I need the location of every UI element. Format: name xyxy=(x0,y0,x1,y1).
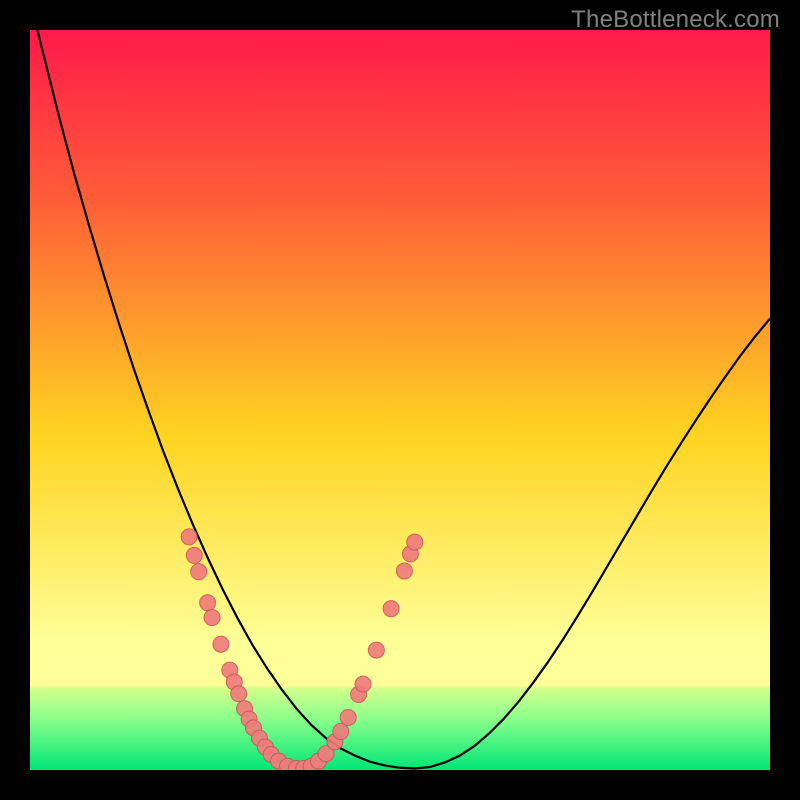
data-point xyxy=(333,724,349,740)
data-point xyxy=(213,636,229,652)
gradient-background xyxy=(30,30,770,770)
data-point xyxy=(186,547,202,563)
data-point xyxy=(355,676,371,692)
data-point xyxy=(383,601,399,617)
plot-area xyxy=(30,30,770,770)
bottleneck-chart-svg xyxy=(30,30,770,770)
chart-frame: TheBottleneck.com xyxy=(0,0,800,800)
data-point xyxy=(231,686,247,702)
data-point xyxy=(368,642,384,658)
data-point xyxy=(396,563,412,579)
data-point xyxy=(204,610,220,626)
data-point xyxy=(191,564,207,580)
data-point xyxy=(407,534,423,550)
data-point xyxy=(181,529,197,545)
data-point xyxy=(200,595,216,611)
data-point xyxy=(340,709,356,725)
